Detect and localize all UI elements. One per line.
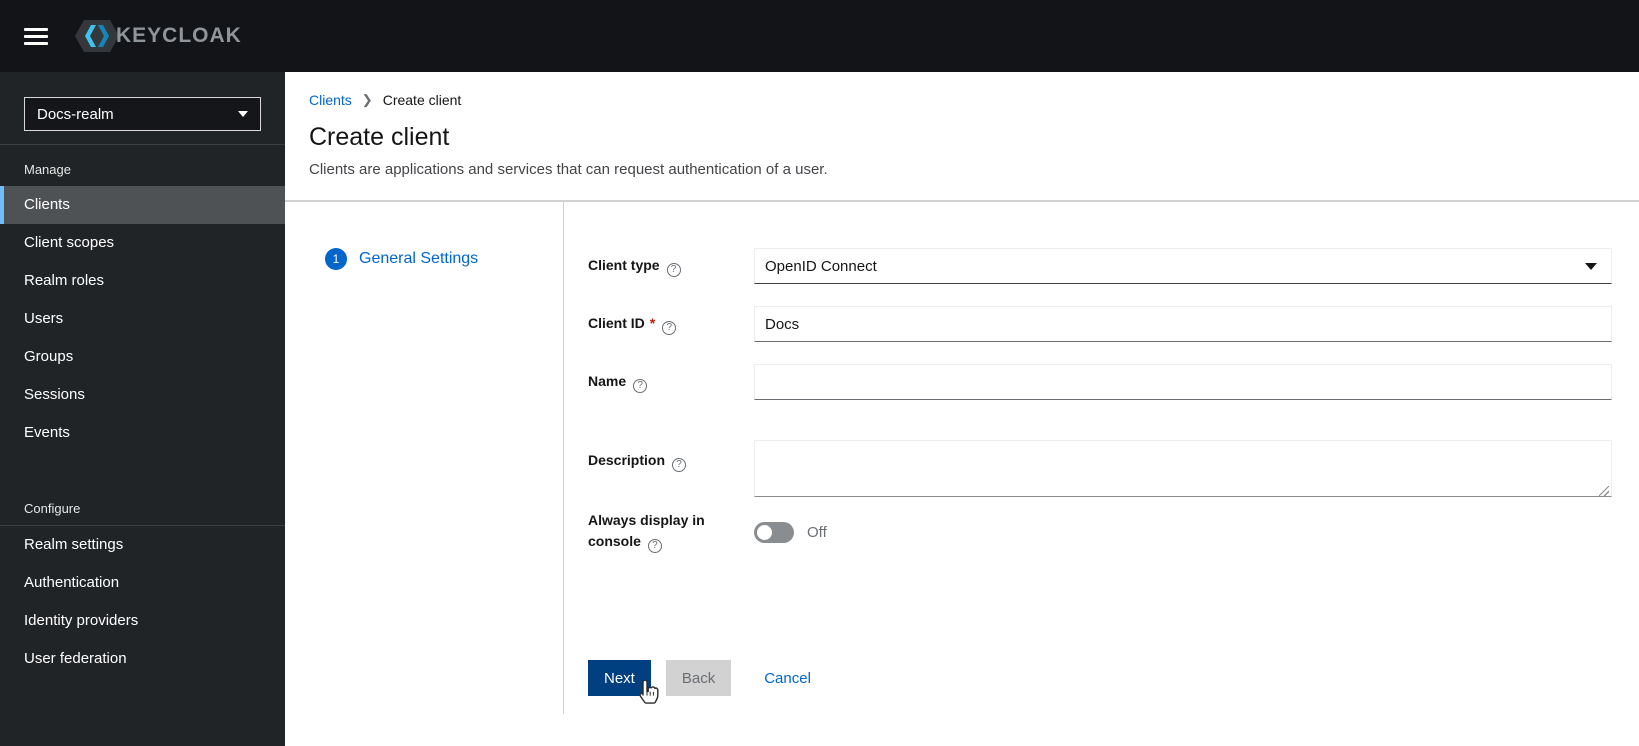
description-textarea[interactable] [754, 440, 1612, 497]
wizard-steps-nav: 1 General Settings [285, 202, 564, 714]
client-id-input[interactable] [754, 306, 1612, 342]
chevron-down-icon [1585, 262, 1597, 270]
next-button[interactable]: Next [588, 660, 651, 696]
breadcrumb: Clients ❯ Create client [309, 92, 1615, 108]
client-type-row: Client type? OpenID Connect [588, 248, 1612, 284]
sidebar-item-authentication[interactable]: Authentication [0, 564, 285, 602]
name-label: Name? [588, 371, 754, 393]
cancel-link[interactable]: Cancel [764, 670, 811, 687]
help-icon[interactable]: ? [662, 320, 677, 335]
sidebar-item-sessions[interactable]: Sessions [0, 376, 285, 414]
keycloak-logo-text: KEYCLOAK [116, 24, 242, 47]
realm-selector[interactable]: Docs-realm [24, 97, 261, 131]
always-display-toggle[interactable] [754, 521, 794, 543]
client-id-row: Client ID *? [588, 306, 1612, 342]
keycloak-logo-icon [75, 20, 119, 52]
sidebar-item-events[interactable]: Events [0, 414, 285, 452]
create-client-wizard: 1 General Settings Client type? OpenID C… [285, 202, 1639, 746]
main-content: Clients ❯ Create client Create client Cl… [285, 72, 1639, 746]
wizard-form-panel: Client type? OpenID Connect Client ID *? … [564, 202, 1639, 746]
required-asterisk: * [649, 315, 656, 332]
client-type-value: OpenID Connect [765, 257, 877, 275]
chevron-down-icon [238, 111, 248, 117]
help-icon[interactable]: ? [672, 457, 687, 472]
toggle-knob [757, 524, 772, 540]
description-label: Description? [588, 440, 754, 472]
toggle-state-label: Off [807, 523, 827, 541]
step-label: General Settings [359, 250, 479, 267]
wizard-actions: Next Back Cancel [588, 660, 1612, 696]
breadcrumb-clients-link[interactable]: Clients [309, 92, 352, 108]
sidebar-item-groups[interactable]: Groups [0, 338, 285, 376]
masthead: KEYCLOAK [0, 0, 1639, 72]
nav-section-configure: Configure [24, 501, 81, 516]
page-title: Create client [309, 123, 450, 151]
client-id-label: Client ID *? [588, 313, 754, 335]
wizard-step-general-settings[interactable]: 1 General Settings [325, 248, 563, 270]
sidebar-item-identity-providers[interactable]: Identity providers [0, 602, 285, 640]
always-display-label: Always display in console? [588, 512, 705, 553]
help-icon[interactable]: ? [647, 538, 662, 553]
sidebar-item-user-federation[interactable]: User federation [0, 640, 285, 678]
help-icon[interactable]: ? [633, 378, 648, 393]
name-input[interactable] [754, 364, 1612, 400]
realm-selector-value: Docs-realm [37, 105, 114, 123]
sidebar-item-users[interactable]: Users [0, 300, 285, 338]
back-button[interactable]: Back [665, 660, 732, 696]
breadcrumb-current: Create client [382, 92, 462, 108]
menu-toggle-icon[interactable] [24, 27, 48, 45]
nav-section-manage: Manage [24, 162, 71, 177]
sidebar: Docs-realm Manage Clients Client scopes … [0, 72, 285, 746]
sidebar-item-clients[interactable]: Clients [0, 186, 285, 224]
description-row: Description? [588, 440, 1612, 502]
client-type-select[interactable]: OpenID Connect [754, 248, 1612, 284]
help-icon[interactable]: ? [666, 262, 681, 277]
sidebar-item-client-scopes[interactable]: Client scopes [0, 224, 285, 262]
breadcrumb-chevron-icon: ❯ [361, 92, 373, 107]
keycloak-logo[interactable]: KEYCLOAK [74, 15, 242, 57]
page-subtitle: Clients are applications and services th… [309, 161, 828, 178]
sidebar-item-realm-settings[interactable]: Realm settings [0, 526, 285, 564]
always-display-row: Always display in console? Off [588, 510, 1612, 554]
client-type-label: Client type? [588, 255, 754, 277]
sidebar-nav: Manage Clients Client scopes Realm roles… [0, 145, 285, 678]
step-number-badge: 1 [325, 248, 347, 270]
page-header: Clients ❯ Create client Create client Cl… [285, 72, 1639, 178]
sidebar-item-realm-roles[interactable]: Realm roles [0, 262, 285, 300]
name-row: Name? [588, 364, 1612, 400]
